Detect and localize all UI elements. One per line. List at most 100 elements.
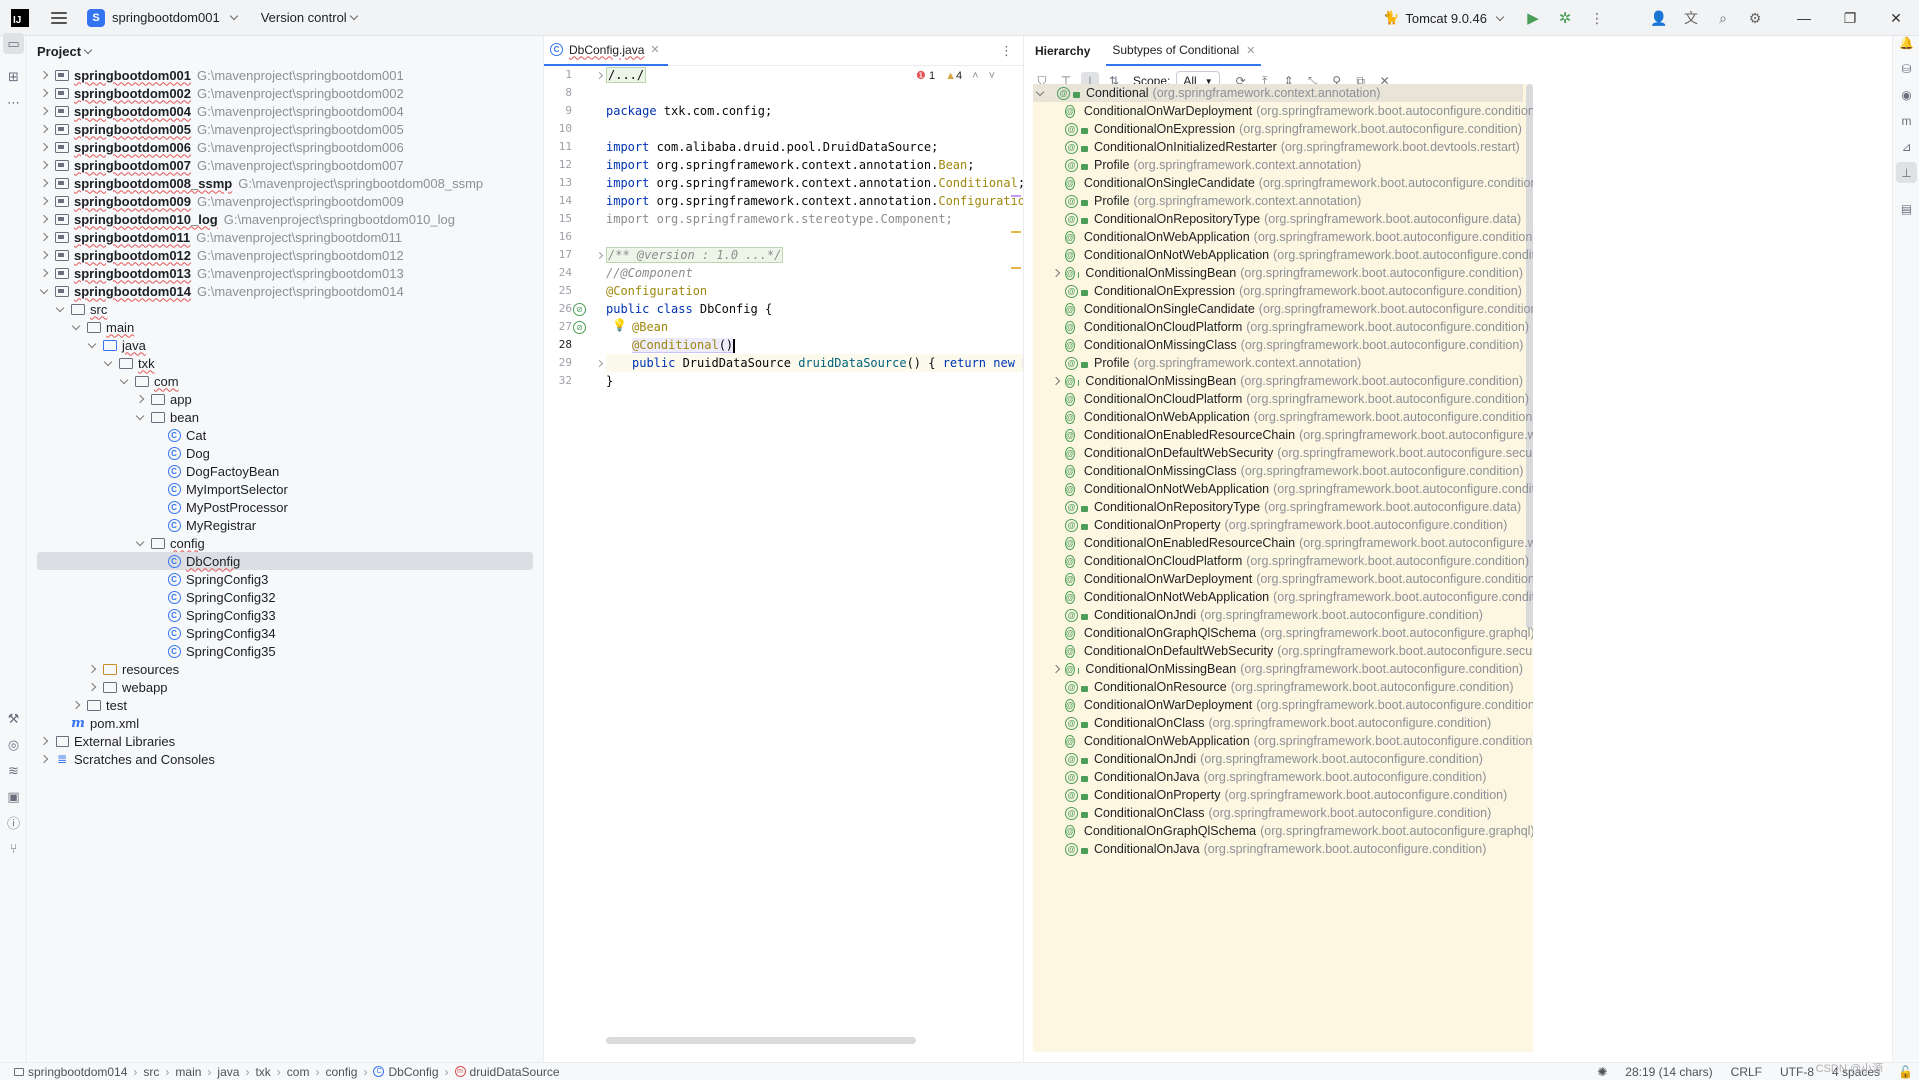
tree-item-springconfig33[interactable]: C SpringConfig33 (37, 606, 533, 624)
breadcrumb-item[interactable]: src (143, 1065, 159, 1079)
collapse-arrow-icon[interactable] (37, 284, 51, 298)
hierarchy-item[interactable]: @ ConditionalOnProperty (org.springframewo… (1033, 516, 1523, 534)
tree-item-springbootdom013[interactable]: springbootdom013 G:\mavenproject\springbo… (37, 264, 533, 282)
expand-arrow-icon[interactable] (85, 680, 99, 694)
hierarchy-item[interactable]: @ ConditionalOnWarDeployment (org.springfr… (1033, 696, 1533, 714)
tree-item-dogfactoybean[interactable]: C DogFactoyBean (37, 462, 533, 480)
notifications-icon[interactable]: 🔔 (1896, 32, 1917, 53)
run-icon[interactable]: ▶ (1517, 0, 1549, 36)
hierarchy-item[interactable]: @ ConditionalOnMissingBean (org.springfram… (1033, 660, 1523, 678)
horizontal-scrollbar[interactable] (606, 1037, 916, 1044)
tree-item-springbootdom002[interactable]: springbootdom002 G:\mavenproject\springbo… (37, 84, 533, 102)
tree-item-cat[interactable]: C Cat (37, 426, 533, 444)
hierarchy-item[interactable]: @ ConditionalOnEnabledResourceChain (org.s… (1033, 534, 1533, 552)
tree-item-springbootdom008-ssmp[interactable]: springbootdom008_ssmp G:\mavenproject\spr… (37, 174, 533, 192)
expand-arrow-icon[interactable] (37, 266, 51, 280)
line-number[interactable]: 24 (544, 264, 572, 282)
hierarchy-item[interactable]: @ ConditionalOnEnabledResourceChain (org.s… (1033, 426, 1533, 444)
close-tab-icon[interactable]: ✕ (650, 43, 659, 56)
hierarchy-item[interactable]: @ ConditionalOnSingleCandidate (org.spring… (1033, 300, 1533, 318)
hierarchy-item[interactable]: @ ConditionalOnWarDeployment (org.springfr… (1033, 570, 1533, 588)
collapse-arrow-icon[interactable] (117, 374, 131, 388)
more-tools-icon[interactable]: ⋯ (3, 92, 24, 113)
tree-item-myregistrar[interactable]: C MyRegistrar (37, 516, 533, 534)
breadcrumb-item[interactable]: main (175, 1065, 201, 1079)
line-number[interactable]: 26 (544, 300, 572, 318)
tab-subtypes-of-conditional[interactable]: Subtypes of Conditional ✕ (1106, 36, 1262, 66)
fold-toggle-icon[interactable] (594, 354, 604, 372)
tree-item-resources[interactable]: resources (37, 660, 533, 678)
restore-button[interactable]: ❐ (1827, 0, 1873, 36)
expand-arrow-icon[interactable] (37, 752, 51, 766)
hierarchy-item[interactable]: @ ConditionalOnMissingBean (org.springfram… (1033, 264, 1523, 282)
build-tool-icon[interactable]: ⚒ (3, 708, 24, 729)
more-actions-icon[interactable]: ⋮ (1581, 0, 1613, 36)
tree-item-pom-xml[interactable]: m pom.xml (37, 714, 533, 732)
caret-position[interactable]: 28:19 (14 chars) (1625, 1065, 1712, 1079)
tree-item-app[interactable]: app (37, 390, 533, 408)
hierarchy-item[interactable]: @ ConditionalOnExpression (org.springframe… (1033, 120, 1523, 138)
hierarchy-item[interactable]: @ ConditionalOnProperty (org.springframewo… (1033, 786, 1523, 804)
project-panel-header[interactable]: Project (28, 36, 543, 66)
hierarchy-item[interactable]: @ ConditionalOnJndi (org.springframework.b… (1033, 606, 1523, 624)
database-icon[interactable]: ⛁ (1896, 58, 1917, 79)
tree-item-springbootdom011[interactable]: springbootdom011 G:\mavenproject\springbo… (37, 228, 533, 246)
line-number[interactable]: 13 (544, 174, 572, 192)
collapse-arrow-icon[interactable] (101, 356, 115, 370)
tree-item-springbootdom007[interactable]: springbootdom007 G:\mavenproject\springbo… (37, 156, 533, 174)
copilot-icon[interactable]: ◉ (1896, 84, 1917, 105)
expand-arrow-icon[interactable] (85, 662, 99, 676)
main-menu-icon[interactable] (51, 11, 67, 24)
line-number[interactable]: 32 (544, 372, 572, 390)
hierarchy-item[interactable]: @ ConditionalOnMissingBean (org.springfram… (1033, 372, 1523, 390)
minimize-button[interactable]: — (1781, 0, 1827, 36)
tree-item-test[interactable]: test (37, 696, 533, 714)
endpoints-icon[interactable]: ⊿ (1896, 136, 1917, 157)
line-number[interactable]: 8 (544, 84, 572, 102)
hierarchy-item[interactable]: @ ConditionalOnCloudPlatform (org.springfr… (1033, 318, 1529, 336)
previous-highlight-icon[interactable]: ˄ (972, 70, 978, 82)
tree-item-dog[interactable]: C Dog (37, 444, 533, 462)
line-number[interactable]: 27 (544, 318, 572, 336)
hierarchy-item[interactable]: @ ConditionalOnExpression (org.springframe… (1033, 282, 1523, 300)
tree-item-springbootdom010-log[interactable]: springbootdom010_log G:\mavenproject\spri… (37, 210, 533, 228)
search-icon[interactable]: ⌕ (1707, 0, 1739, 36)
hierarchy-item[interactable]: @ ConditionalOnRepositoryType (org.springf… (1033, 498, 1523, 516)
line-number[interactable]: 15 (544, 210, 572, 228)
editor-tab-dbconfig[interactable]: C DbConfig.java ✕ (544, 36, 668, 66)
hierarchy-item[interactable]: @ ConditionalOnWebApplication (org.springf… (1033, 408, 1533, 426)
hierarchy-item[interactable]: @ ConditionalOnClass (org.springframework.… (1033, 804, 1523, 822)
expand-arrow-icon[interactable] (1049, 374, 1063, 388)
hierarchy-item[interactable]: @ ConditionalOnNotWebApplication (org.spri… (1033, 480, 1533, 498)
expand-arrow-icon[interactable] (37, 194, 51, 208)
collapse-arrow-icon[interactable] (1033, 86, 1047, 100)
hierarchy-item[interactable]: @ ConditionalOnResource (org.springframewo… (1033, 678, 1523, 696)
tree-item-dbconfig[interactable]: C DbConfig (37, 552, 533, 570)
line-number[interactable]: 12 (544, 156, 572, 174)
line-number[interactable]: 10 (544, 120, 572, 138)
breadcrumb-item[interactable]: config (325, 1065, 357, 1079)
fold-toggle-icon[interactable] (594, 66, 604, 84)
spring-bean-gutter-icon[interactable]: ⊘ (573, 321, 586, 334)
hierarchy-item[interactable]: @ ConditionalOnCloudPlatform (org.springfr… (1033, 552, 1529, 570)
breadcrumb-item[interactable]: C DbConfig (373, 1065, 439, 1079)
expand-arrow-icon[interactable] (37, 176, 51, 190)
expand-arrow-icon[interactable] (37, 140, 51, 154)
bookmarks-icon[interactable]: ▤ (1896, 198, 1917, 219)
lightbulb-icon[interactable]: 💡 (612, 318, 627, 332)
breadcrumb-item[interactable]: com (287, 1065, 310, 1079)
hierarchy-item[interactable]: @ Profile (org.springframework.context.ann… (1033, 354, 1523, 372)
line-number[interactable]: 29 (544, 354, 572, 372)
tree-item-springbootdom001[interactable]: springbootdom001 G:\mavenproject\springbo… (37, 66, 533, 84)
collapse-arrow-icon[interactable] (85, 338, 99, 352)
tree-item-external-libraries[interactable]: External Libraries (37, 732, 533, 750)
collapse-arrow-icon[interactable] (133, 536, 147, 550)
hierarchy-item[interactable]: @ ConditionalOnJava (org.springframework.b… (1033, 768, 1523, 786)
hierarchy-item[interactable]: @ ConditionalOnMissingClass (org.springfra… (1033, 462, 1523, 480)
tree-item-springbootdom009[interactable]: springbootdom009 G:\mavenproject\springbo… (37, 192, 533, 210)
expand-arrow-icon[interactable] (37, 68, 51, 82)
git-tool-icon[interactable]: ⑂ (3, 838, 24, 859)
tree-item-main[interactable]: main (37, 318, 533, 336)
problems-tool-icon[interactable]: ⓘ (3, 812, 24, 833)
expand-arrow-icon[interactable] (37, 104, 51, 118)
